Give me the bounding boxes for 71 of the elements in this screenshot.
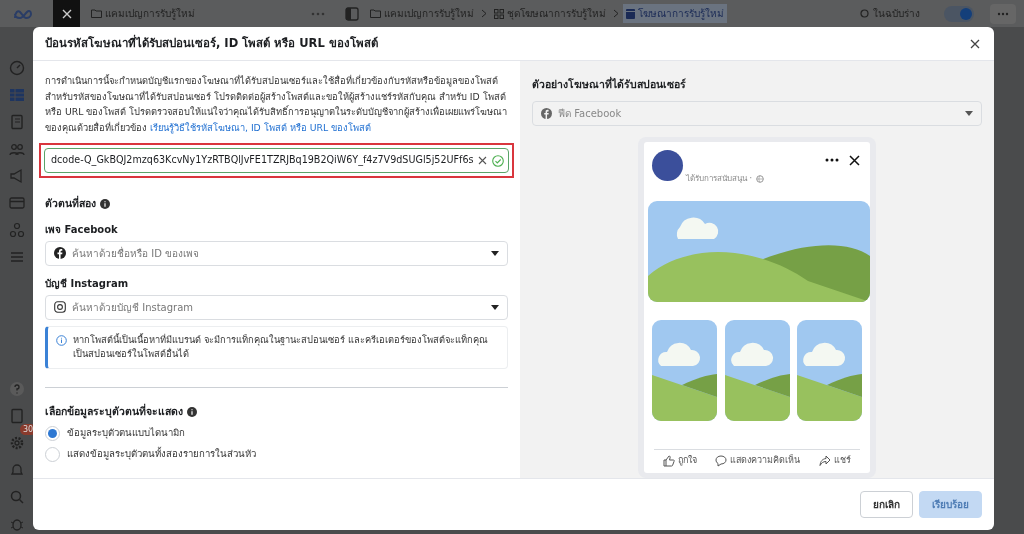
more-button[interactable] (990, 3, 1016, 24)
sidebar-toggle-icon[interactable] (345, 6, 359, 21)
notice-text: หากโพสต์นี้เป็นเนื้อหาที่มีแบรนด์ จะมีการแท็กคุณในฐานะสปอนเซอร์ และครีเอเตอร์ของโพสต์จะแท็กคุณเป็นสปอนเซอร์ในโพสต์อื่นได้ (73, 332, 489, 362)
facebook-icon (54, 247, 66, 260)
close-icon[interactable] (970, 38, 980, 49)
status-text: ในฉบับร่าง (873, 7, 920, 21)
bug-icon[interactable] (8, 516, 25, 532)
instagram-icon (54, 301, 66, 314)
gauge-icon[interactable] (8, 60, 25, 76)
info-icon (56, 334, 67, 346)
post-action-button[interactable]: แชร์ (818, 453, 851, 468)
check-circle-icon (492, 154, 504, 167)
search-select[interactable]: ค้นหาด้วยชื่อหรือ ID ของเพจ (45, 240, 508, 266)
code-input-field[interactable]: dcode-Q_GkBQJ2mzq63KcvNy1YzRTBQlJvFE1TZRJBq19B2QiW6Y_f4z7V9dSUGl5j52UFf6s (44, 148, 509, 173)
folder-icon (370, 9, 381, 18)
caret-icon (965, 110, 973, 116)
pages-icon[interactable] (8, 408, 25, 424)
cancel-button[interactable]: ยกเลิก (860, 491, 913, 518)
field-label: เพจ Facebook (45, 222, 119, 237)
thumbs-up-icon (663, 454, 676, 467)
folder-icon (91, 9, 102, 18)
post-action-button[interactable]: ถูกใจ (663, 453, 698, 468)
close-panel-button[interactable] (53, 0, 80, 27)
circle-icon (860, 9, 869, 18)
caret-icon (491, 304, 499, 310)
close-icon[interactable] (849, 154, 860, 166)
option-label: ข้อมูลระบุตัวตนแบบไดนามิก (67, 425, 185, 441)
close-icon (61, 8, 72, 19)
radio-button[interactable] (45, 425, 60, 441)
preview-title: ตัวอย่างโฆษณาที่ได้รับสปอนเซอร์ (532, 77, 687, 92)
people-icon[interactable] (8, 141, 25, 157)
menu-icon[interactable] (8, 249, 25, 265)
table-icon[interactable] (8, 87, 25, 103)
globe-icon (756, 174, 765, 183)
share-arrow-icon (818, 454, 831, 467)
chevron-icon (481, 9, 487, 18)
avatar-placeholder (652, 149, 683, 181)
speech-bubble-icon (715, 454, 728, 467)
chevron-icon (613, 9, 619, 18)
caret-icon (491, 250, 499, 256)
search-select[interactable]: ค้นหาด้วยบัญชี Instagram (45, 294, 508, 320)
option-label: แสดงข้อมูลระบุตัวตนทั้งสองรายการในส่วนหัว (67, 446, 256, 462)
facebook-icon (541, 107, 552, 119)
help-icon[interactable] (8, 381, 25, 397)
pages-icon[interactable] (8, 114, 25, 130)
more-icon[interactable] (825, 157, 839, 162)
infinity-logo-icon (12, 7, 33, 20)
section-title: ตัวตนที่สอง (45, 196, 96, 211)
section-title: เลือกข้อมูลระบุตัวตนที่จะแสดง (45, 403, 183, 420)
nodes-icon[interactable] (8, 222, 25, 238)
megaphone-icon[interactable] (8, 168, 25, 184)
dialog-title: ป้อนรหัสโฆษณาที่ได้รับสปอนเซอร์, ID โพสต์ หรือ URL ของโพสต์ (45, 34, 378, 52)
clear-icon[interactable] (478, 156, 487, 165)
settings-icon[interactable] (8, 435, 25, 451)
draft-toggle[interactable] (944, 5, 974, 22)
info-icon[interactable] (100, 198, 110, 209)
sponsored-label: ได้รับการสนับสนุน · (686, 172, 753, 185)
field-label: บัญชี Instagram (45, 276, 130, 291)
post-action-button[interactable]: แสดงความคิดเห็น (715, 453, 801, 468)
radio-button[interactable] (45, 446, 60, 462)
grid-icon (494, 8, 504, 19)
info-icon[interactable] (187, 406, 197, 417)
page-icon (626, 8, 635, 19)
search-icon[interactable] (8, 489, 25, 505)
placement-select[interactable]: ฟีด Facebook (532, 100, 982, 126)
intro-paragraph: การดำเนินการนี้จะกำหนดบัญชีแรกของโฆษณาที่ได้รับสปอนเซอร์และใช้สื่อที่เกี่ยวข้องกับรหัสหรือข้อมูลของโพสต์ สำหรับรหัสของโฆษณาที่ได้รับสปอนเซอร์ โปรดติดต่อผู้สร้างโพสต์และขอให้ผู้สร้างแชร์รหัสกับคุณ สำหรับ ID โพสต์ หรือ URL ของโพสต์ โปรดตรวจสอบให้แน่ใจว่าคุณได้รับสิทธิ์การอนุญาตในระดับบัญชีจากผู้สร้างเพื่อเผยแพร่โฆษณาของคุณด้วยสื่อที่เกี่ยวข้อง เรียนรู้วิธีใช้รหัสโฆษณา, ID โพสต์ หรือ URL ของโพสต์ (45, 73, 508, 135)
more-icon (997, 11, 1009, 16)
learn-more-link[interactable]: เรียนรู้วิธีใช้รหัสโฆษณา, ID โพสต์ หรือ URL ของโพสต์ (149, 121, 372, 133)
card-icon[interactable] (8, 195, 25, 211)
breadcrumb-tab[interactable]: โฆษณาการรับรู้ใหม่ (623, 4, 727, 23)
bell-icon[interactable] (8, 462, 25, 478)
